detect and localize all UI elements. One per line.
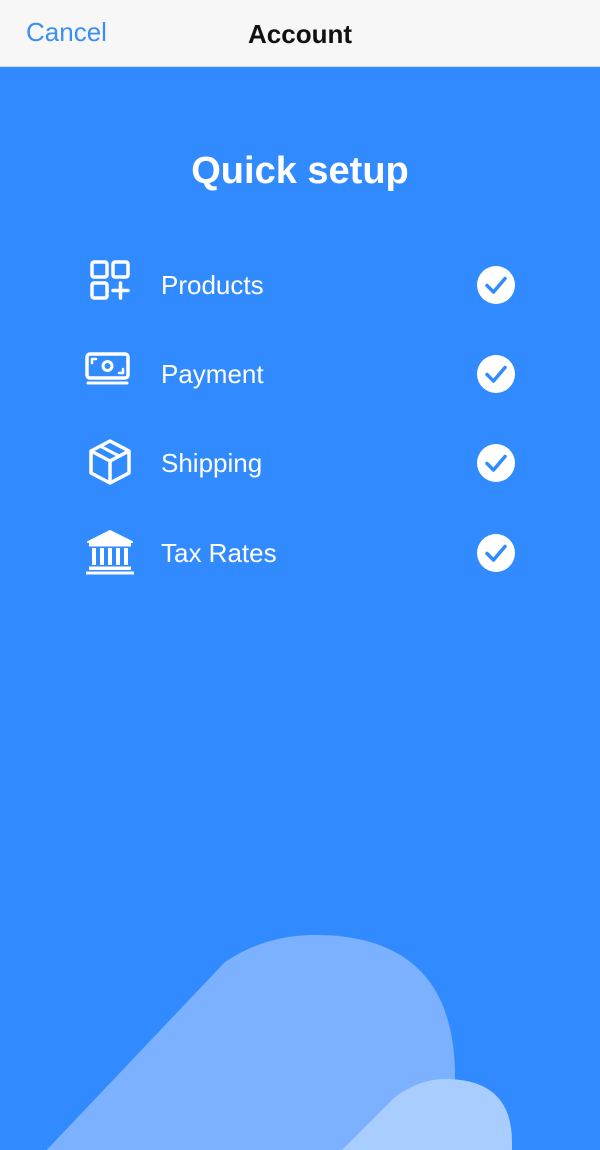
- navigation-bar: Cancel Account: [0, 0, 600, 67]
- page-title: Account: [248, 19, 352, 49]
- decorative-blob-illustration: [46, 935, 512, 1150]
- quick-setup-panel: Quick setup Products Payment Shipping Ta…: [0, 67, 600, 1150]
